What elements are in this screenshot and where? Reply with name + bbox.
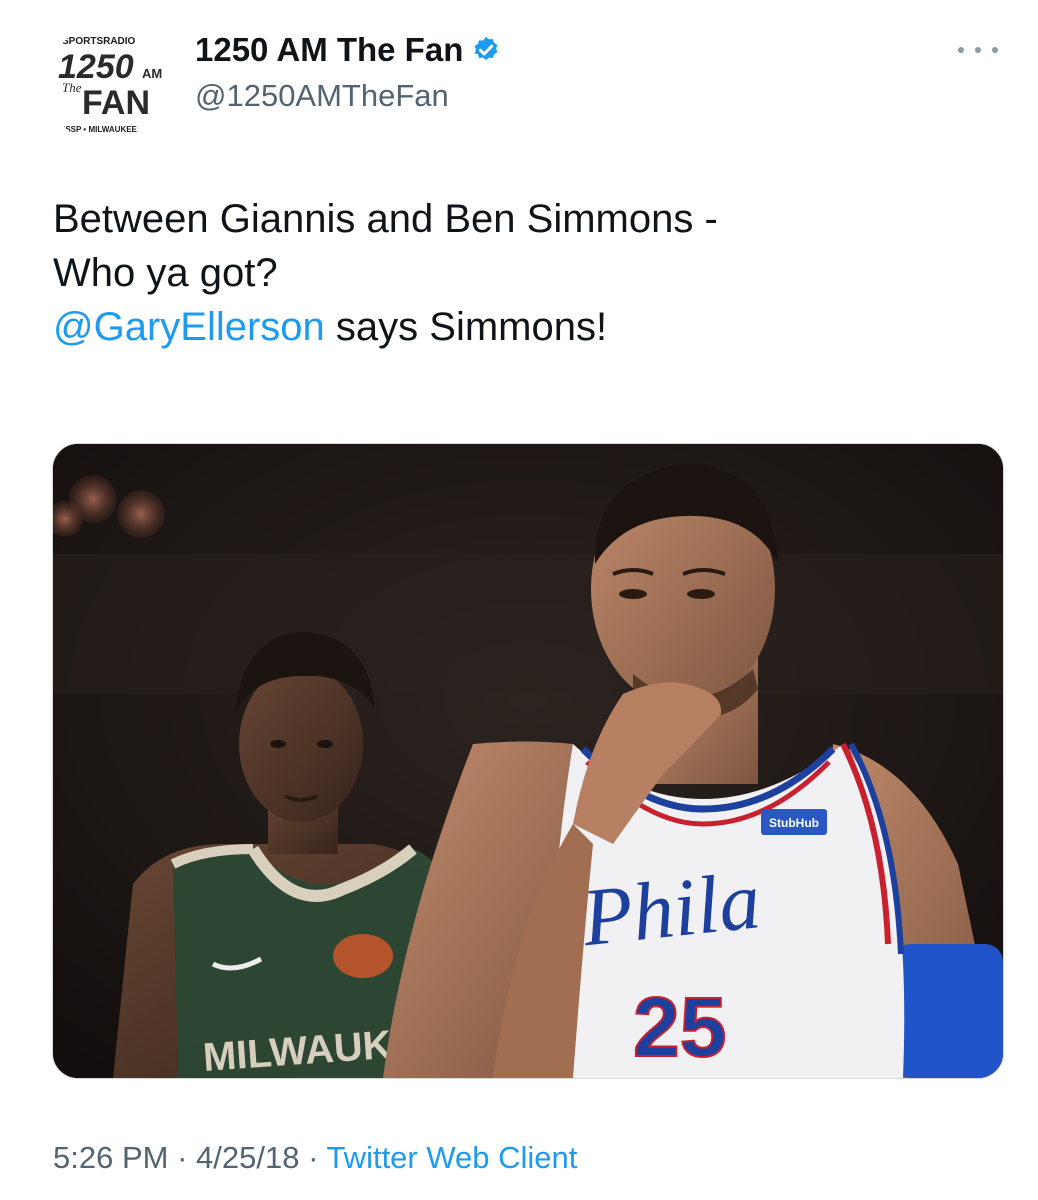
display-name-text[interactable]: 1250 AM The Fan	[195, 28, 463, 72]
phila-script-text: Phila	[577, 854, 764, 963]
logo-top-text: SPORTSRADIO	[62, 36, 136, 47]
more-dot	[975, 47, 981, 53]
handle[interactable]: @1250AMTheFan	[195, 76, 449, 116]
tweet-metadata: 5:26 PM · 4/25/18 · Twitter Web Client	[53, 1136, 577, 1180]
tweet-date[interactable]: 4/25/18	[196, 1140, 299, 1175]
logo-band-text: AM	[142, 66, 162, 81]
verified-badge-icon	[474, 36, 498, 61]
photo-two-basketball-players-icon: MILWAUKEE StubHub Phila 25	[53, 444, 1003, 1078]
avatar[interactable]: SPORTSRADIO 1250 AM The FAN ESSP • MILWA…	[48, 20, 176, 148]
jersey-number-text: 25	[633, 980, 726, 1074]
tweet-line-3: @GaryEllerson says Simmons!	[53, 300, 993, 354]
mention-link[interactable]: @GaryEllerson	[53, 305, 325, 349]
stubhub-patch-text: StubHub	[769, 816, 819, 830]
meta-separator: ·	[168, 1140, 197, 1175]
tweet-line-3-rest: says Simmons!	[324, 305, 608, 349]
arm-sleeve	[893, 944, 1003, 1078]
tweet-line-1: Between Giannis and Ben Simmons -	[53, 197, 718, 241]
tweet-photo[interactable]: MILWAUKEE StubHub Phila 25	[52, 443, 1004, 1079]
logo-the-text: The	[62, 80, 82, 95]
tweet-time[interactable]: 5:26 PM	[53, 1140, 168, 1175]
more-dot	[958, 47, 964, 53]
logo-bottom-text: ESSP • MILWAUKEE	[60, 125, 138, 134]
display-name[interactable]: 1250 AM The Fan	[195, 28, 501, 72]
meta-separator: ·	[299, 1140, 327, 1175]
tweet-text: Between Giannis and Ben Simmons - Who ya…	[53, 192, 993, 354]
tweet-line-2: Who ya got?	[53, 251, 278, 295]
station-logo-icon: SPORTSRADIO 1250 AM The FAN ESSP • MILWA…	[48, 20, 176, 148]
logo-fan-text: FAN	[82, 84, 150, 122]
more-dot	[992, 47, 998, 53]
tweet-source-link[interactable]: Twitter Web Client	[326, 1140, 577, 1175]
more-options-icon[interactable]	[958, 40, 998, 60]
